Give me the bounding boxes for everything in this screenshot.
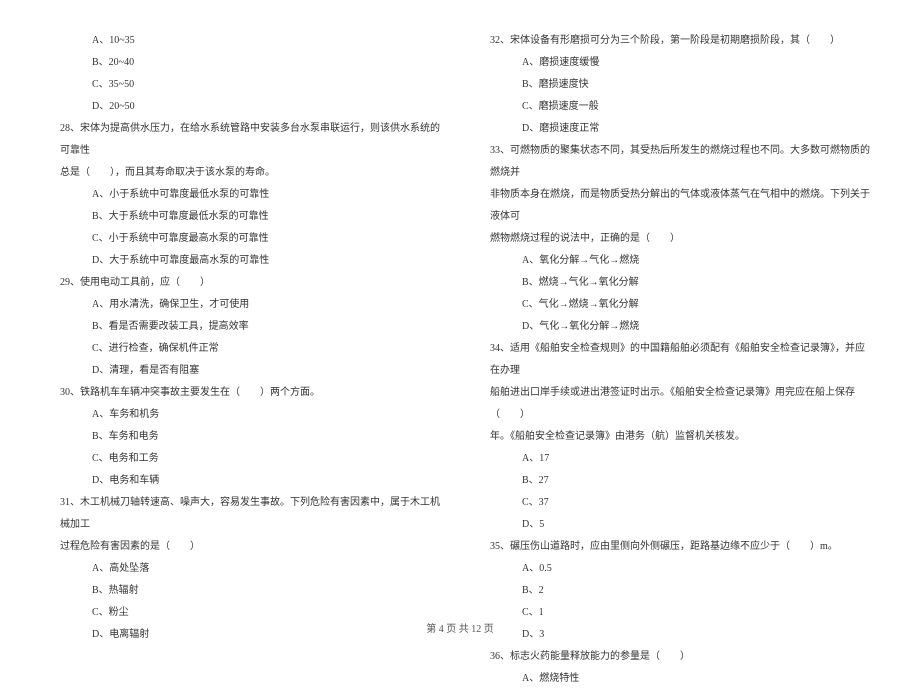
answer-option: D、20~50 <box>50 96 440 118</box>
answer-option: D、磨损速度正常 <box>480 118 870 140</box>
question-text: 33、可燃物质的聚集状态不同，其受热后所发生的燃烧过程也不同。大多数可燃物质的燃… <box>480 140 870 184</box>
answer-option: C、磨损速度一般 <box>480 96 870 118</box>
question-text: 35、碾压伤山道路时，应由里侧向外侧碾压，距路基边缘不应少于（ ）m。 <box>480 536 870 558</box>
answer-option: B、20~40 <box>50 52 440 74</box>
page-footer: 第 4 页 共 12 页 <box>0 620 920 635</box>
answer-option: D、气化→氧化分解→燃烧 <box>480 316 870 338</box>
answer-option: A、磨损速度缓慢 <box>480 52 870 74</box>
answer-option: D、电务和车辆 <box>50 470 440 492</box>
question-text: 总是（ ），而且其寿命取决于该水泵的寿命。 <box>50 162 440 184</box>
answer-option: D、5 <box>480 514 870 536</box>
answer-option: A、车务和机务 <box>50 404 440 426</box>
answer-option: A、小于系统中可靠度最低水泵的可靠性 <box>50 184 440 206</box>
question-text: 34、适用《船舶安全检查规则》的中国籍船舶必须配有《船舶安全检查记录簿》，并应在… <box>480 338 870 382</box>
answer-option: A、17 <box>480 448 870 470</box>
answer-option: A、10~35 <box>50 30 440 52</box>
question-text: 年。《船舶安全检查记录簿》由港务（航）监督机关核发。 <box>480 426 870 448</box>
answer-option: A、燃烧特性 <box>480 668 870 690</box>
answer-option: D、清理，看是否有阻塞 <box>50 360 440 382</box>
answer-option: C、气化→燃烧→氧化分解 <box>480 294 870 316</box>
answer-option: A、用水清洗，确保卫生，才可使用 <box>50 294 440 316</box>
question-text: 船舶进出口岸手续或进出港签证时出示。《船舶安全检查记录簿》用完应在船上保存（ ） <box>480 382 870 426</box>
answer-option: C、电务和工务 <box>50 448 440 470</box>
question-text: 36、标志火药能量释放能力的参量是（ ） <box>480 646 870 668</box>
right-column: 32、宋体设备有形磨损可分为三个阶段，第一阶段是初期磨损阶段，其（ ）A、磨损速… <box>480 30 870 600</box>
answer-option: C、37 <box>480 492 870 514</box>
page-content: A、10~35B、20~40C、35~50D、20~5028、宋体为提高供水压力… <box>50 30 870 600</box>
answer-option: A、氧化分解→气化→燃烧 <box>480 250 870 272</box>
question-text: 28、宋体为提高供水压力，在给水系统管路中安装多台水泵串联运行，则该供水系统的可… <box>50 118 440 162</box>
answer-option: A、高处坠落 <box>50 558 440 580</box>
answer-option: C、小于系统中可靠度最高水泵的可靠性 <box>50 228 440 250</box>
question-text: 过程危险有害因素的是（ ） <box>50 536 440 558</box>
question-text: 30、铁路机车车辆冲突事故主要发生在（ ）两个方面。 <box>50 382 440 404</box>
question-text: 29、使用电动工具前，应（ ） <box>50 272 440 294</box>
question-text: 燃物燃烧过程的说法中，正确的是（ ） <box>480 228 870 250</box>
answer-option: B、磨损速度快 <box>480 74 870 96</box>
question-text: 非物质本身在燃烧，而是物质受热分解出的气体或液体蒸气在气相中的燃烧。下列关于液体… <box>480 184 870 228</box>
answer-option: A、0.5 <box>480 558 870 580</box>
answer-option: B、燃烧→气化→氧化分解 <box>480 272 870 294</box>
answer-option: B、热辐射 <box>50 580 440 602</box>
answer-option: B、2 <box>480 580 870 602</box>
answer-option: B、大于系统中可靠度最低水泵的可靠性 <box>50 206 440 228</box>
question-text: 31、木工机械刀轴转速高、噪声大，容易发生事故。下列危险有害因素中，属于木工机械… <box>50 492 440 536</box>
answer-option: C、进行检查，确保机件正常 <box>50 338 440 360</box>
answer-option: B、车务和电务 <box>50 426 440 448</box>
answer-option: D、大于系统中可靠度最高水泵的可靠性 <box>50 250 440 272</box>
left-column: A、10~35B、20~40C、35~50D、20~5028、宋体为提高供水压力… <box>50 30 440 600</box>
answer-option: C、35~50 <box>50 74 440 96</box>
answer-option: B、看是否需要改装工具，提高效率 <box>50 316 440 338</box>
answer-option: B、27 <box>480 470 870 492</box>
question-text: 32、宋体设备有形磨损可分为三个阶段，第一阶段是初期磨损阶段，其（ ） <box>480 30 870 52</box>
